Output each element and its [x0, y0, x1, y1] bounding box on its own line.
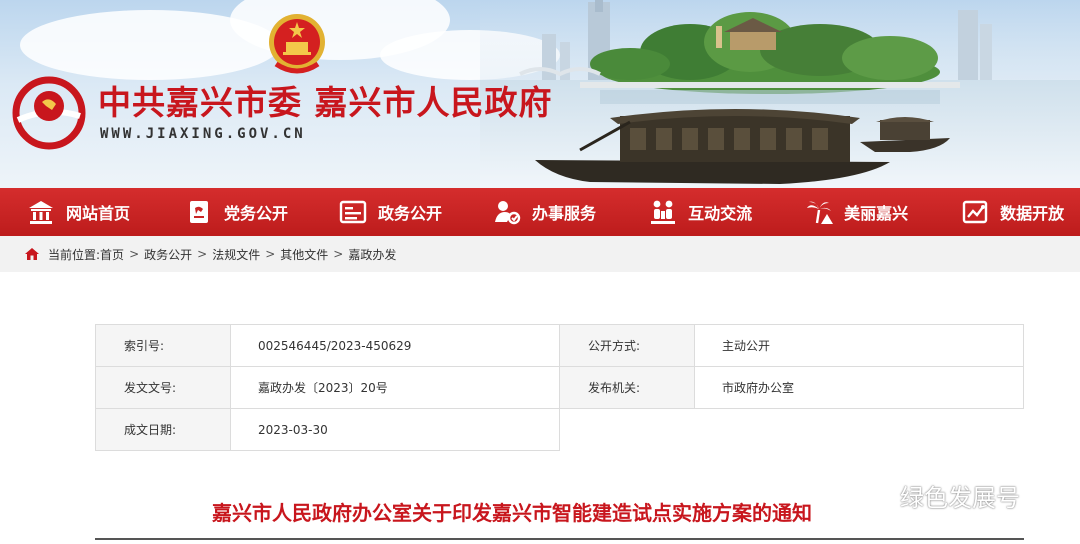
party-flag-icon	[184, 197, 214, 227]
nav-item-party-affairs[interactable]: 党务公开	[184, 188, 288, 236]
site-title: 中共嘉兴市委 嘉兴市人民政府	[98, 83, 553, 122]
site-url: WWW.JIAXING.GOV.CN	[100, 126, 306, 142]
creation-date-value: 2023-03-30	[230, 408, 560, 451]
creation-date-label: 成文日期:	[95, 408, 231, 451]
main-nav: 网站首页 党务公开 政务公开 办事服务 互动交流 美丽嘉兴 数据开放	[0, 188, 1080, 236]
disclosure-method-label: 公开方式:	[559, 324, 695, 367]
index-number-label: 索引号:	[95, 324, 231, 367]
table-row: 发文文号: 嘉政办发〔2023〕20号 发布机关: 市政府办公室	[95, 366, 1024, 409]
breadcrumb-link-home[interactable]: 首页	[100, 246, 124, 263]
palm-tree-icon	[804, 197, 834, 227]
nav-item-home[interactable]: 网站首页	[26, 188, 130, 236]
breadcrumb-separator: >	[265, 247, 276, 261]
document-number-value: 嘉政办发〔2023〕20号	[230, 366, 560, 409]
museum-icon	[26, 197, 56, 227]
party-logo-icon	[12, 76, 86, 150]
breadcrumb-separator: >	[129, 247, 140, 261]
data-icon	[960, 197, 990, 227]
nav-item-label: 互动交流	[688, 204, 753, 223]
breadcrumb-separator: >	[197, 247, 208, 261]
nav-item-label: 数据开放	[1000, 204, 1065, 223]
document-icon	[338, 197, 368, 227]
index-number-value: 002546445/2023-450629	[230, 324, 560, 367]
document-number-label: 发文文号:	[95, 366, 231, 409]
issuing-authority-label: 发布机关:	[559, 366, 695, 409]
document-info-table: 索引号: 002546445/2023-450629 公开方式: 主动公开 发文…	[95, 324, 1024, 451]
breadcrumb-link-jiazhengbanfa[interactable]: 嘉政办发	[348, 246, 396, 263]
issuing-authority-value: 市政府办公室	[694, 366, 1024, 409]
lake-scene-illustration	[480, 0, 1080, 188]
nav-item-beautiful-jiaxing[interactable]: 美丽嘉兴	[804, 188, 908, 236]
empty-cell	[695, 409, 1024, 451]
home-icon	[25, 248, 39, 260]
nav-item-interaction[interactable]: 互动交流	[648, 188, 752, 236]
nav-item-government-affairs[interactable]: 政务公开	[338, 188, 442, 236]
breadcrumb-link-other-documents[interactable]: 其他文件	[280, 246, 328, 263]
wechat-watermark: 绿色发展号	[858, 478, 1020, 513]
nav-item-label: 网站首页	[66, 204, 131, 223]
table-row: 成文日期: 2023-03-30	[95, 408, 1024, 451]
title-divider	[95, 538, 1024, 540]
people-icon	[648, 197, 678, 227]
disclosure-method-value: 主动公开	[694, 324, 1024, 367]
breadcrumb-prefix: 当前位置:	[48, 247, 101, 262]
nav-item-label: 办事服务	[532, 204, 597, 223]
breadcrumb-separator: >	[333, 247, 344, 261]
nav-item-label: 党务公开	[224, 204, 289, 223]
nav-item-label: 政务公开	[378, 204, 443, 223]
breadcrumb-link-government-affairs[interactable]: 政务公开	[144, 246, 192, 263]
service-icon	[492, 197, 522, 227]
wechat-icon	[858, 481, 891, 508]
breadcrumb-link-regulations[interactable]: 法规文件	[212, 246, 260, 263]
header-banner: 中共嘉兴市委 嘉兴市人民政府 WWW.JIAXING.GOV.CN	[0, 0, 1080, 188]
breadcrumb: 当前位置: 首页 > 政务公开 > 法规文件 > 其他文件 > 嘉政办发	[0, 236, 1080, 272]
table-row: 索引号: 002546445/2023-450629 公开方式: 主动公开	[95, 324, 1024, 367]
empty-cell	[560, 409, 695, 451]
nav-item-services[interactable]: 办事服务	[492, 188, 596, 236]
nav-item-open-data[interactable]: 数据开放	[960, 188, 1064, 236]
national-emblem-icon	[269, 14, 325, 74]
nav-item-label: 美丽嘉兴	[844, 204, 909, 223]
watermark-text: 绿色发展号	[900, 484, 1020, 512]
